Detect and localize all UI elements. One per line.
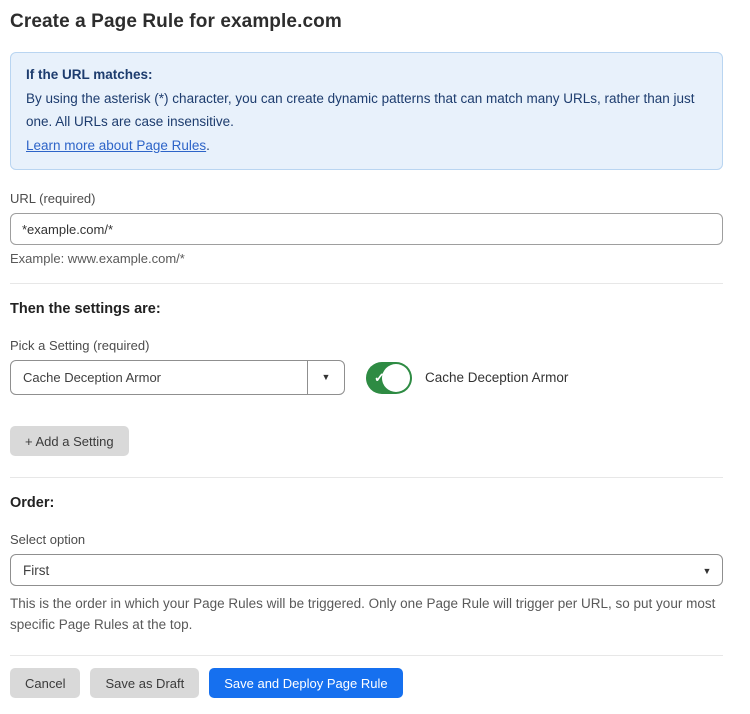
setting-select[interactable]: Cache Deception Armor ▼: [10, 360, 345, 395]
add-setting-button[interactable]: + Add a Setting: [10, 426, 129, 456]
toggle-knob: [382, 364, 410, 392]
settings-heading: Then the settings are:: [10, 301, 723, 317]
order-heading: Order:: [10, 495, 723, 511]
footer-actions: Cancel Save as Draft Save and Deploy Pag…: [10, 656, 723, 714]
order-select-arrow: ▼: [692, 561, 722, 579]
chevron-down-icon: ▼: [322, 373, 331, 382]
page-rule-form: Create a Page Rule for example.com If th…: [10, 0, 723, 714]
url-label: URL (required): [10, 191, 723, 206]
setting-toggle[interactable]: ✓: [366, 362, 412, 394]
url-input[interactable]: [10, 213, 723, 245]
learn-more-link[interactable]: Learn more about Page Rules: [26, 138, 206, 153]
chevron-down-icon: ▼: [703, 566, 712, 576]
info-banner-heading: If the URL matches:: [26, 63, 707, 87]
info-banner-body: By using the asterisk (*) character, you…: [26, 87, 707, 134]
setting-row: Cache Deception Armor ▼ ✓ Cache Deceptio…: [10, 360, 723, 395]
page-title: Create a Page Rule for example.com: [10, 11, 723, 33]
setting-toggle-label: Cache Deception Armor: [425, 370, 568, 385]
url-match-info-banner: If the URL matches: By using the asteris…: [10, 52, 723, 170]
info-banner-link-line: Learn more about Page Rules.: [26, 134, 707, 158]
link-suffix: .: [206, 138, 210, 153]
order-hint: This is the order in which your Page Rul…: [10, 593, 723, 635]
order-select[interactable]: First ▼: [10, 554, 723, 586]
url-hint: Example: www.example.com/*: [10, 251, 723, 266]
divider: [10, 477, 723, 478]
order-select-label: Select option: [10, 532, 723, 547]
order-select-value: First: [11, 563, 692, 578]
setting-picker-label: Pick a Setting (required): [10, 338, 723, 353]
save-deploy-button[interactable]: Save and Deploy Page Rule: [209, 668, 402, 698]
save-draft-button[interactable]: Save as Draft: [90, 668, 199, 698]
setting-select-arrow-box[interactable]: ▼: [307, 361, 344, 394]
setting-select-value: Cache Deception Armor: [11, 361, 307, 394]
divider: [10, 283, 723, 284]
cancel-button[interactable]: Cancel: [10, 668, 80, 698]
